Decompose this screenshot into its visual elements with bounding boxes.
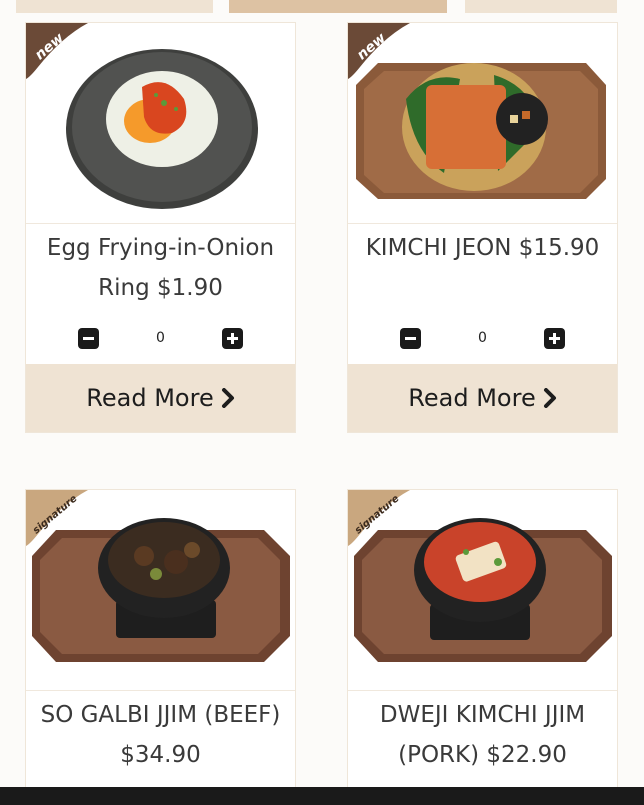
product-card: signature SO GALBI JJIM (BEEF) $34.90 <box>25 489 296 789</box>
read-more-button[interactable]: Read More <box>348 364 617 432</box>
product-title[interactable]: Egg Frying-in-Onion Ring $1.90 <box>26 224 295 312</box>
plus-icon[interactable] <box>544 327 565 349</box>
minus-icon[interactable] <box>78 327 99 349</box>
top-strip-left <box>16 0 213 13</box>
new-badge: new <box>26 23 92 79</box>
signature-badge: signature <box>26 490 92 546</box>
product-card: signature DWEJI KIMCHI JJIM (PORK) $22.9… <box>347 489 618 789</box>
read-more-label: Read More <box>86 384 214 412</box>
quantity-value[interactable]: 0 <box>421 330 544 346</box>
product-image[interactable]: signature <box>26 490 295 690</box>
product-image[interactable]: signature <box>348 490 617 690</box>
product-image[interactable]: new <box>348 23 617 223</box>
quantity-stepper: 0 <box>348 312 617 364</box>
read-more-label: Read More <box>408 384 536 412</box>
product-card: new KIMCHI JEON $15.90 0 Read More <box>347 22 618 433</box>
signature-badge: signature <box>348 490 414 546</box>
chevron-right-icon <box>221 388 234 408</box>
chevron-right-icon <box>543 388 556 408</box>
product-title[interactable]: DWEJI KIMCHI JJIM (PORK) $22.90 <box>348 691 617 779</box>
plus-icon[interactable] <box>222 327 243 349</box>
quantity-value[interactable]: 0 <box>99 330 222 346</box>
product-title[interactable]: SO GALBI JJIM (BEEF) $34.90 <box>26 691 295 779</box>
quantity-stepper: 0 <box>26 312 295 364</box>
product-image[interactable]: new <box>26 23 295 223</box>
product-card: new Egg Frying-in-Onion Ring $1.90 0 Rea… <box>25 22 296 433</box>
minus-icon[interactable] <box>400 327 421 349</box>
top-strip-middle <box>229 0 447 13</box>
product-title[interactable]: KIMCHI JEON $15.90 <box>348 224 617 312</box>
read-more-button[interactable]: Read More <box>26 364 295 432</box>
new-badge: new <box>348 23 414 79</box>
top-strip-right <box>465 0 617 13</box>
bottom-bar <box>0 787 644 805</box>
